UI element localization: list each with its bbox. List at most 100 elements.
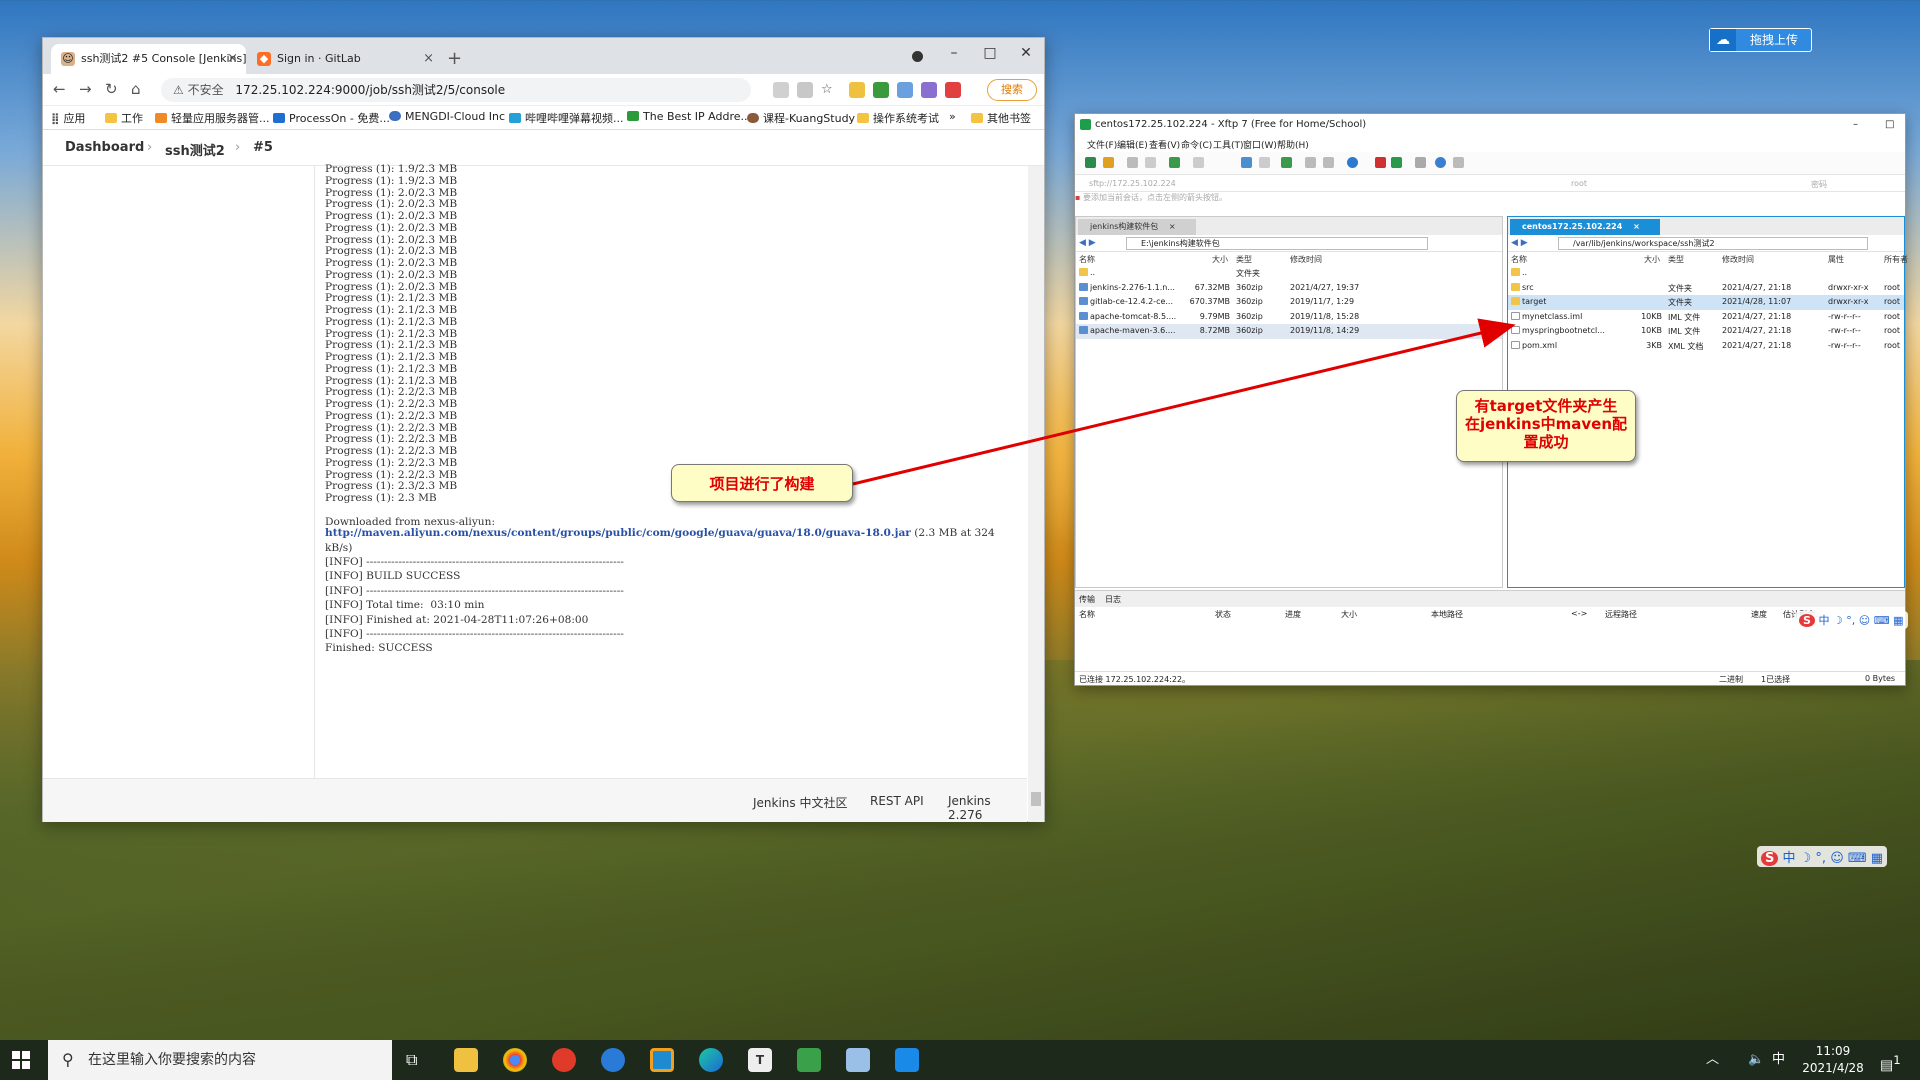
bookmark-ip[interactable]: The Best IP Addre... [627,110,751,123]
bookmark-processon[interactable]: ProcessOn - 免费... [273,110,390,126]
minimize-icon[interactable]: – [1853,114,1858,136]
bookmark-other[interactable]: 其他书签 [971,110,1031,126]
notification-icon[interactable]: ▤1 [1880,1040,1901,1080]
ime-toolbar[interactable]: S 中 ☽ °, ☺ ⌨ ▦ [1757,846,1888,867]
rest-api-link[interactable]: REST API [870,794,924,808]
star-icon[interactable]: ☆ [821,82,837,98]
notes-icon[interactable] [846,1048,870,1072]
transfer-col[interactable]: 状态 [1215,609,1231,620]
password-input[interactable]: 密码 [1811,179,1827,190]
reload-icon[interactable]: ↻ [105,80,118,98]
xftp-taskbar-icon[interactable] [797,1048,821,1072]
menu-item[interactable]: 查看(V) [1149,138,1180,151]
xshell-icon[interactable] [1375,157,1386,168]
screenshot-icon[interactable] [797,82,813,98]
extension-2-icon[interactable] [873,82,889,98]
windows-start-icon[interactable] [12,1051,30,1069]
file-row[interactable]: mynetclass.iml 10KB IML 文件 2021/4/27, 21:18… [1508,310,1904,325]
back-icon[interactable]: ◀ ▶ [1511,238,1528,248]
transfer-col[interactable]: 本地路径 [1431,609,1463,620]
col-type[interactable]: 类型 [1236,254,1252,265]
bookmark-lighthouse[interactable]: 轻量应用服务器管... [155,110,270,126]
menu-item[interactable]: 工具(T) [1213,138,1244,151]
extension-4-icon[interactable] [921,82,937,98]
menu-item[interactable]: 编辑(E) [1117,138,1148,151]
edge-icon[interactable] [699,1048,723,1072]
col-owner[interactable]: 所有者 [1884,254,1908,265]
transfer-col[interactable]: 远程路径 [1605,609,1637,620]
crumb-dashboard[interactable]: Dashboard [65,140,144,155]
help-icon[interactable] [1435,157,1446,168]
task-view-icon[interactable]: ⧉ [406,1040,417,1080]
tab-search-icon[interactable] [912,51,923,62]
app-red-icon[interactable] [552,1048,576,1072]
upload-icon[interactable] [1241,157,1252,168]
bookmark-work[interactable]: 工作 [105,110,143,126]
tab-log[interactable]: 日志 [1105,594,1121,605]
local-tab[interactable]: jenkins构建软件包 × [1078,219,1196,235]
chrome-icon[interactable] [503,1048,527,1072]
ime-indicator[interactable]: 中 [1772,1040,1785,1080]
menu-item[interactable]: 文件(F) [1087,138,1117,151]
vertical-scrollbar[interactable] [1028,166,1044,822]
app-bolt-icon[interactable] [895,1048,919,1072]
new-session-icon[interactable] [1085,157,1096,168]
back-icon[interactable]: ← [53,80,66,98]
file-explorer-icon[interactable] [454,1048,478,1072]
ime-toolbar-small[interactable]: S 中 ☽ °, ☺ ⌨ ▦ [1795,611,1908,629]
file-row[interactable]: jenkins-2.276-1.1.n... 67.32MB 360zip 2021/… [1076,281,1502,296]
address-bar[interactable]: ⚠ 不安全 172.25.102.224:9000/job/ssh测试2/5/c… [161,78,751,102]
file-row[interactable]: target 文件夹 2021/4/28, 11:07 drwxr-xr-x root [1508,295,1904,310]
menu-item[interactable]: 窗口(W) [1243,138,1277,151]
bookmark-os-exam[interactable]: 操作系统考试 [857,110,939,126]
col-modified[interactable]: 修改时间 [1290,254,1322,265]
home-icon[interactable]: ⌂ [131,80,141,98]
bookmark-bilibili[interactable]: 哔哩哔哩弹幕视频... [509,110,624,126]
col-size[interactable]: 大小 [1212,254,1228,265]
col-size[interactable]: 大小 [1644,254,1660,265]
file-row[interactable]: gitlab-ce-12.4.2-ce... 670.37MB 360zip 2019… [1076,295,1502,310]
col-name[interactable]: 名称 [1079,254,1095,265]
clock[interactable]: 11:09 2021/4/28 [1792,1043,1874,1077]
file-row[interactable]: .. [1508,266,1904,281]
forward-icon[interactable]: → [79,80,92,98]
user-input[interactable]: root [1571,179,1587,188]
transfer-col[interactable]: 速度 [1751,609,1767,620]
compare-icon[interactable] [1305,157,1316,168]
file-row[interactable]: myspringbootnetcl... 10KB IML 文件 2021/4/27,… [1508,324,1904,339]
reconnect-icon[interactable] [1145,157,1156,168]
close-window-icon[interactable]: ✕ [1008,38,1044,68]
col-attributes[interactable]: 属性 [1828,254,1844,265]
globe-icon[interactable] [1347,157,1358,168]
file-row[interactable]: pom.xml 3KB XML 文档 2021/4/27, 21:18 -rw-r--r… [1508,339,1904,354]
remote-tab[interactable]: centos172.25.102.224 × [1510,219,1660,235]
extension-5-icon[interactable] [945,82,961,98]
extension-3-icon[interactable] [897,82,913,98]
transfer-col[interactable]: 进度 [1285,609,1301,620]
col-name[interactable]: 名称 [1511,254,1527,265]
minimize-icon[interactable]: – [936,38,972,68]
file-row[interactable]: .. 文件夹 [1076,266,1502,281]
bookmark-kuangstudy[interactable]: 课程-KuangStudy [747,110,855,126]
search-button[interactable]: 搜索 [987,79,1037,101]
download-link[interactable]: http://maven.aliyun.com/nexus/content/gr… [325,527,911,539]
typora-icon[interactable]: T [748,1048,772,1072]
tab-transfer[interactable]: 传输 [1079,594,1095,605]
close-tab-icon[interactable]: × [227,44,238,74]
host-input[interactable]: sftp://172.25.102.224 [1089,179,1176,188]
col-modified[interactable]: 修改时间 [1722,254,1754,265]
col-type[interactable]: 类型 [1668,254,1684,265]
app-blue-icon[interactable] [650,1048,674,1072]
tab-gitlab[interactable]: ◆ Sign in · GitLab × [247,44,442,74]
new-tab-button[interactable]: + [447,44,462,74]
tray-expand-icon[interactable]: ︿ [1706,1040,1719,1080]
close-tab-icon[interactable]: × [423,44,434,74]
transfer-col[interactable]: 名称 [1079,609,1095,620]
feishu-icon[interactable] [601,1048,625,1072]
version-link[interactable]: Jenkins 2.276 [948,794,1027,822]
file-row[interactable]: apache-tomcat-8.5.... 9.79MB 360zip 2019/11… [1076,310,1502,325]
transfer-col[interactable]: <-> [1571,609,1587,618]
settings-icon[interactable] [1415,157,1426,168]
extension-1-icon[interactable] [849,82,865,98]
maximize-icon[interactable]: □ [1885,114,1894,136]
